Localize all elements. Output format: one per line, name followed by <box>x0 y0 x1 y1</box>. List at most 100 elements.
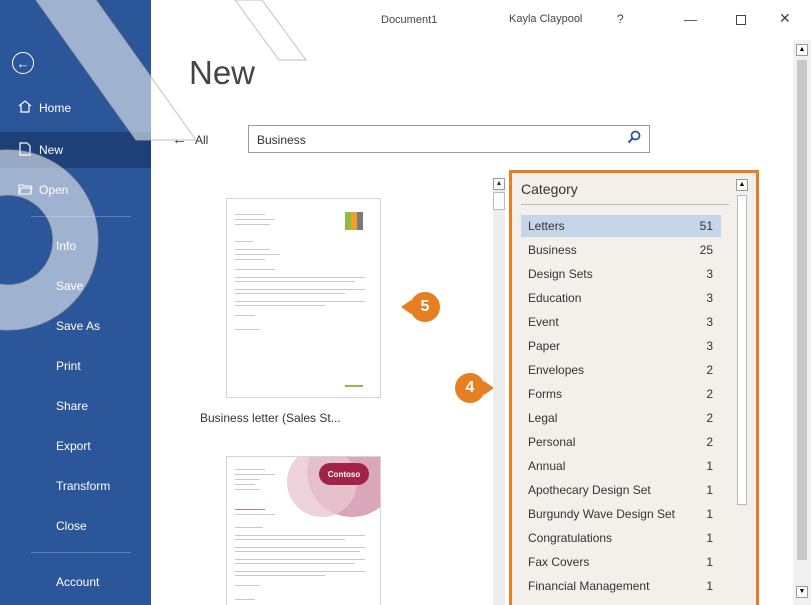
sidebar-item-info[interactable]: Info <box>0 228 151 264</box>
scroll-up-icon[interactable]: ▲ <box>796 44 808 56</box>
category-name: Annual <box>528 459 566 473</box>
sidebar-item-close[interactable]: Close <box>0 508 151 544</box>
folder-icon <box>17 183 33 198</box>
category-item[interactable]: Business 25 <box>521 239 721 261</box>
category-item[interactable]: Paper 3 <box>521 335 721 357</box>
category-item[interactable]: Education 3 <box>521 287 721 309</box>
category-item[interactable]: Annual 1 <box>521 455 721 477</box>
category-count: 1 <box>706 507 713 521</box>
sidebar-item-home[interactable]: Home <box>0 90 151 126</box>
maximize-button[interactable] <box>736 15 746 25</box>
search-icon[interactable] <box>627 130 641 144</box>
sidebar-item-share[interactable]: Share <box>0 388 151 424</box>
word-backstage-window: ← Home New Open Info Save Save As Print … <box>0 0 811 605</box>
template-accent-bar <box>357 212 363 230</box>
scroll-up-icon[interactable]: ▲ <box>493 178 505 190</box>
category-item[interactable]: Legal 2 <box>521 407 721 429</box>
category-item[interactable]: Personal 2 <box>521 431 721 453</box>
sidebar-item-save[interactable]: Save <box>0 268 151 304</box>
back-arrow-icon: ← <box>16 55 30 71</box>
minimize-button[interactable]: — <box>684 12 697 27</box>
sidebar-item-export[interactable]: Export <box>0 428 151 464</box>
page-title: New <box>189 54 256 91</box>
category-name: Financial Management <box>528 579 650 593</box>
category-count: 1 <box>706 483 713 497</box>
callout-number: 5 <box>420 298 430 315</box>
category-name: Fax Covers <box>528 555 590 569</box>
category-item[interactable]: Burgundy Wave Design Set 1 <box>521 503 721 525</box>
sidebar-item-open[interactable]: Open <box>0 172 151 208</box>
sidebar-item-account[interactable]: Account <box>0 564 151 600</box>
category-count: 2 <box>706 387 713 401</box>
help-button[interactable]: ? <box>617 12 624 26</box>
category-name: Paper <box>528 339 561 353</box>
window-scrollbar[interactable]: ▲ ▼ <box>793 40 811 605</box>
templates-scrollbar[interactable]: ▲ <box>493 178 505 605</box>
search-value: Business <box>257 133 306 147</box>
home-icon <box>17 100 33 116</box>
sidebar-item-new[interactable]: New <box>0 132 151 168</box>
category-count: 25 <box>699 243 713 257</box>
sidebar-item-label: New <box>39 143 64 157</box>
category-item[interactable]: Congratulations 1 <box>521 527 721 549</box>
category-scrollbar[interactable]: ▲ <box>735 177 749 605</box>
template-thumbnail-business-letter[interactable] <box>226 198 381 398</box>
category-name: Design Sets <box>528 267 593 281</box>
category-count: 3 <box>706 291 713 305</box>
template-label[interactable]: Business letter (Sales St... <box>200 411 341 425</box>
category-item[interactable]: Fax Covers 1 <box>521 551 721 573</box>
all-label: All <box>195 133 209 147</box>
category-name: Event <box>528 315 559 329</box>
category-name: Forms <box>528 387 562 401</box>
template-thumbnail-contoso-letter[interactable]: Contoso <box>226 456 381 605</box>
category-count: 1 <box>706 579 713 593</box>
category-header: Category <box>521 181 578 197</box>
back-button[interactable]: ← <box>12 52 34 74</box>
category-name: Burgundy Wave Design Set <box>528 507 675 521</box>
sidebar-item-label: Save As <box>56 319 101 333</box>
sidebar-item-label: Open <box>39 183 69 197</box>
scroll-up-icon[interactable]: ▲ <box>736 179 748 191</box>
category-item[interactable]: Financial Management 1 <box>521 575 721 597</box>
category-count: 51 <box>699 219 713 233</box>
all-templates-link[interactable]: ← All <box>172 131 208 148</box>
category-count: 2 <box>706 435 713 449</box>
category-panel: Category Letters 51 Business 25 Design Sets 3… <box>509 170 759 605</box>
category-count: 2 <box>706 411 713 425</box>
sidebar-item-label: Home <box>39 101 72 115</box>
category-item[interactable]: Forms 2 <box>521 383 721 405</box>
close-window-button[interactable]: ✕ <box>779 10 791 27</box>
divider <box>521 204 729 205</box>
category-name: Congratulations <box>528 531 613 545</box>
category-count: 3 <box>706 315 713 329</box>
sidebar-item-label: Share <box>56 399 89 413</box>
document-title: Document1 <box>381 14 438 26</box>
sidebar-item-label: Close <box>56 519 87 533</box>
category-item[interactable]: Letters 51 <box>521 215 721 237</box>
category-name: Education <box>528 291 582 305</box>
category-item[interactable]: Event 3 <box>521 311 721 333</box>
sidebar-item-print[interactable]: Print <box>0 348 151 384</box>
sidebar-item-transform[interactable]: Transform <box>0 468 151 504</box>
template-search-input[interactable]: Business <box>248 125 650 153</box>
category-name: Letters <box>528 219 565 233</box>
sidebar-divider <box>31 216 131 217</box>
sidebar-item-label: Save <box>56 279 84 293</box>
title-bar: Document1 Kayla Claypool ? — ✕ <box>151 0 811 40</box>
scrollbar-thumb[interactable] <box>797 60 807 560</box>
scroll-down-icon[interactable]: ▼ <box>796 586 808 598</box>
category-item[interactable]: Apothecary Design Set 1 <box>521 479 721 501</box>
scrollbar-thumb[interactable] <box>493 192 505 210</box>
category-item[interactable]: Design Sets 3 <box>521 263 721 285</box>
user-name[interactable]: Kayla Claypool <box>509 13 582 25</box>
sidebar-item-label: Print <box>56 359 81 373</box>
category-name: Envelopes <box>528 363 585 377</box>
category-item[interactable]: Envelopes 2 <box>521 359 721 381</box>
scrollbar-thumb[interactable] <box>737 195 747 505</box>
category-name: Business <box>528 243 577 257</box>
sidebar-item-label: Info <box>56 239 77 253</box>
category-count: 1 <box>706 555 713 569</box>
contoso-logo: Contoso <box>319 463 369 485</box>
sidebar-item-save-as[interactable]: Save As <box>0 308 151 344</box>
sidebar-divider <box>31 552 131 553</box>
